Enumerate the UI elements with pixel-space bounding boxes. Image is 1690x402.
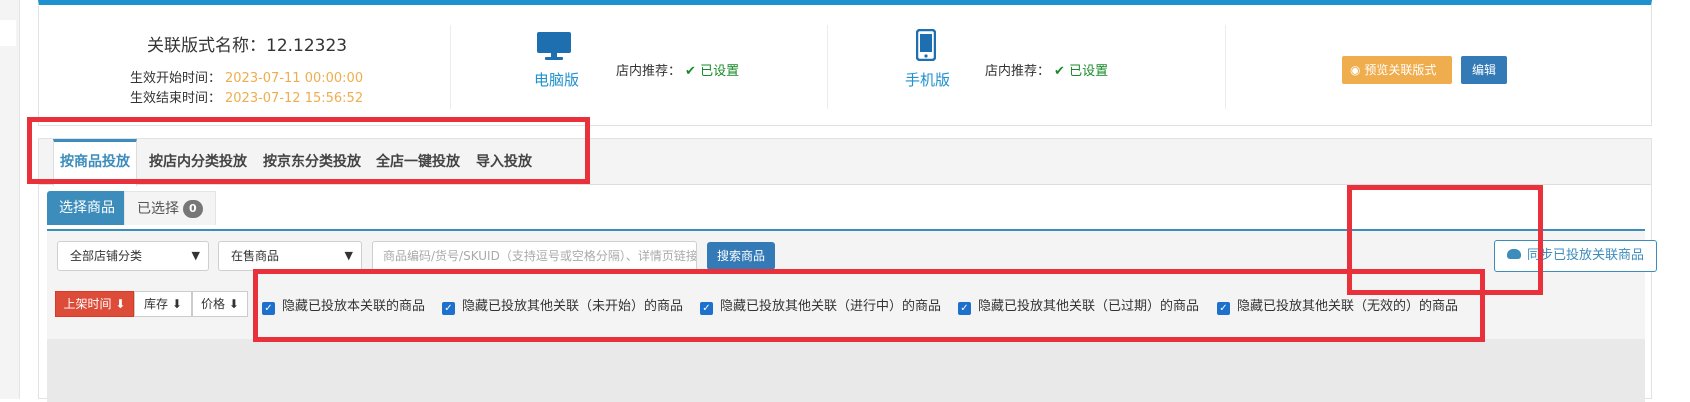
chevron-down-icon: ▼: [191, 249, 200, 262]
pc-version-link[interactable]: 电脑版: [534, 69, 579, 90]
start-time-label: 生效开始时间：: [130, 71, 222, 86]
sync-products-label: 同步已投放关联商品: [1527, 248, 1645, 263]
sort-price-label: 价格: [201, 297, 226, 311]
arrow-down-icon: ⬇: [115, 297, 126, 311]
start-time-value: 2023-07-11 00:00:00: [225, 71, 364, 86]
mobile-version-cell: 手机版 店内推荐： ✔ 已设置: [828, 25, 1226, 109]
search-input[interactable]: 商品编码/货号/SKUID（支持逗号或空格分隔）、详情页链接: [372, 241, 697, 271]
monitor-icon: [537, 32, 571, 60]
arrow-down-icon: ⬇: [171, 297, 182, 311]
preview-layout-button[interactable]: ◉ 预览关联版式: [1342, 56, 1452, 84]
check-icon: ✔: [685, 64, 696, 79]
pc-recommend-label: 店内推荐：: [616, 64, 682, 79]
mobile-recommend-label: 店内推荐：: [985, 64, 1051, 79]
start-time: 生效开始时间： 2023-07-11 00:00:00: [130, 67, 363, 86]
pc-recommend-status: 店内推荐： ✔ 已设置: [616, 60, 739, 79]
edit-button[interactable]: 编辑: [1461, 56, 1507, 84]
highlight-checkboxes: [253, 269, 1485, 342]
status-select-value: 在售商品: [231, 249, 280, 263]
layout-name: 关联版式名称：12.12323: [147, 31, 347, 56]
smartphone-icon: [916, 29, 936, 61]
mobile-recommend-status: 店内推荐： ✔ 已设置: [985, 60, 1108, 79]
subtab-selected[interactable]: 已选择 0: [124, 191, 216, 225]
pc-version-cell: 电脑版 店内推荐： ✔ 已设置: [451, 25, 828, 109]
arrow-down-icon: ⬇: [228, 297, 239, 311]
left-sidebar-edge: [0, 0, 20, 399]
preview-layout-label: 预览关联版式: [1364, 63, 1437, 77]
subtab-selected-label: 已选择: [137, 201, 179, 217]
sidebar-tab[interactable]: [0, 20, 16, 46]
layout-info-card: 关联版式名称：12.12323 生效开始时间： 2023-07-11 00:00:…: [38, 0, 1652, 126]
actions-cell: ◉ 预览关联版式 编辑: [1226, 25, 1651, 109]
selected-count-badge: 0: [183, 200, 203, 218]
mobile-recommend-value: 已设置: [1069, 64, 1109, 79]
status-select[interactable]: 在售商品 ▼: [218, 241, 362, 271]
sort-by-price[interactable]: 价格 ⬇: [192, 291, 248, 317]
product-list-area: [47, 339, 1645, 402]
subtab-select-products[interactable]: 选择商品: [47, 191, 127, 225]
highlight-sync-button: [1347, 185, 1543, 295]
sort-by-listing-time[interactable]: 上架时间 ⬇: [55, 291, 134, 317]
pc-recommend-value: 已设置: [700, 64, 740, 79]
layout-name-value: 12.12323: [266, 36, 348, 56]
sort-listing-time-label: 上架时间: [63, 297, 112, 311]
mobile-version-link[interactable]: 手机版: [905, 69, 950, 90]
layout-name-label: 关联版式名称：: [147, 36, 266, 56]
end-time-label: 生效结束时间：: [130, 91, 222, 106]
search-products-button[interactable]: 搜索商品: [707, 242, 776, 270]
end-time-value: 2023-07-12 15:56:52: [225, 91, 364, 106]
end-time: 生效结束时间： 2023-07-12 15:56:52: [130, 87, 363, 106]
eye-icon: ◉: [1350, 63, 1361, 77]
category-select[interactable]: 全部店铺分类 ▼: [57, 241, 209, 271]
layout-name-cell: 关联版式名称：12.12323 生效开始时间： 2023-07-11 00:00:…: [39, 25, 451, 109]
category-select-value: 全部店铺分类: [70, 249, 143, 263]
chevron-down-icon: ▼: [344, 249, 353, 262]
sort-by-stock[interactable]: 库存 ⬇: [134, 291, 192, 317]
check-icon: ✔: [1054, 64, 1065, 79]
sort-stock-label: 库存: [144, 297, 169, 311]
highlight-tabs: [27, 117, 590, 184]
